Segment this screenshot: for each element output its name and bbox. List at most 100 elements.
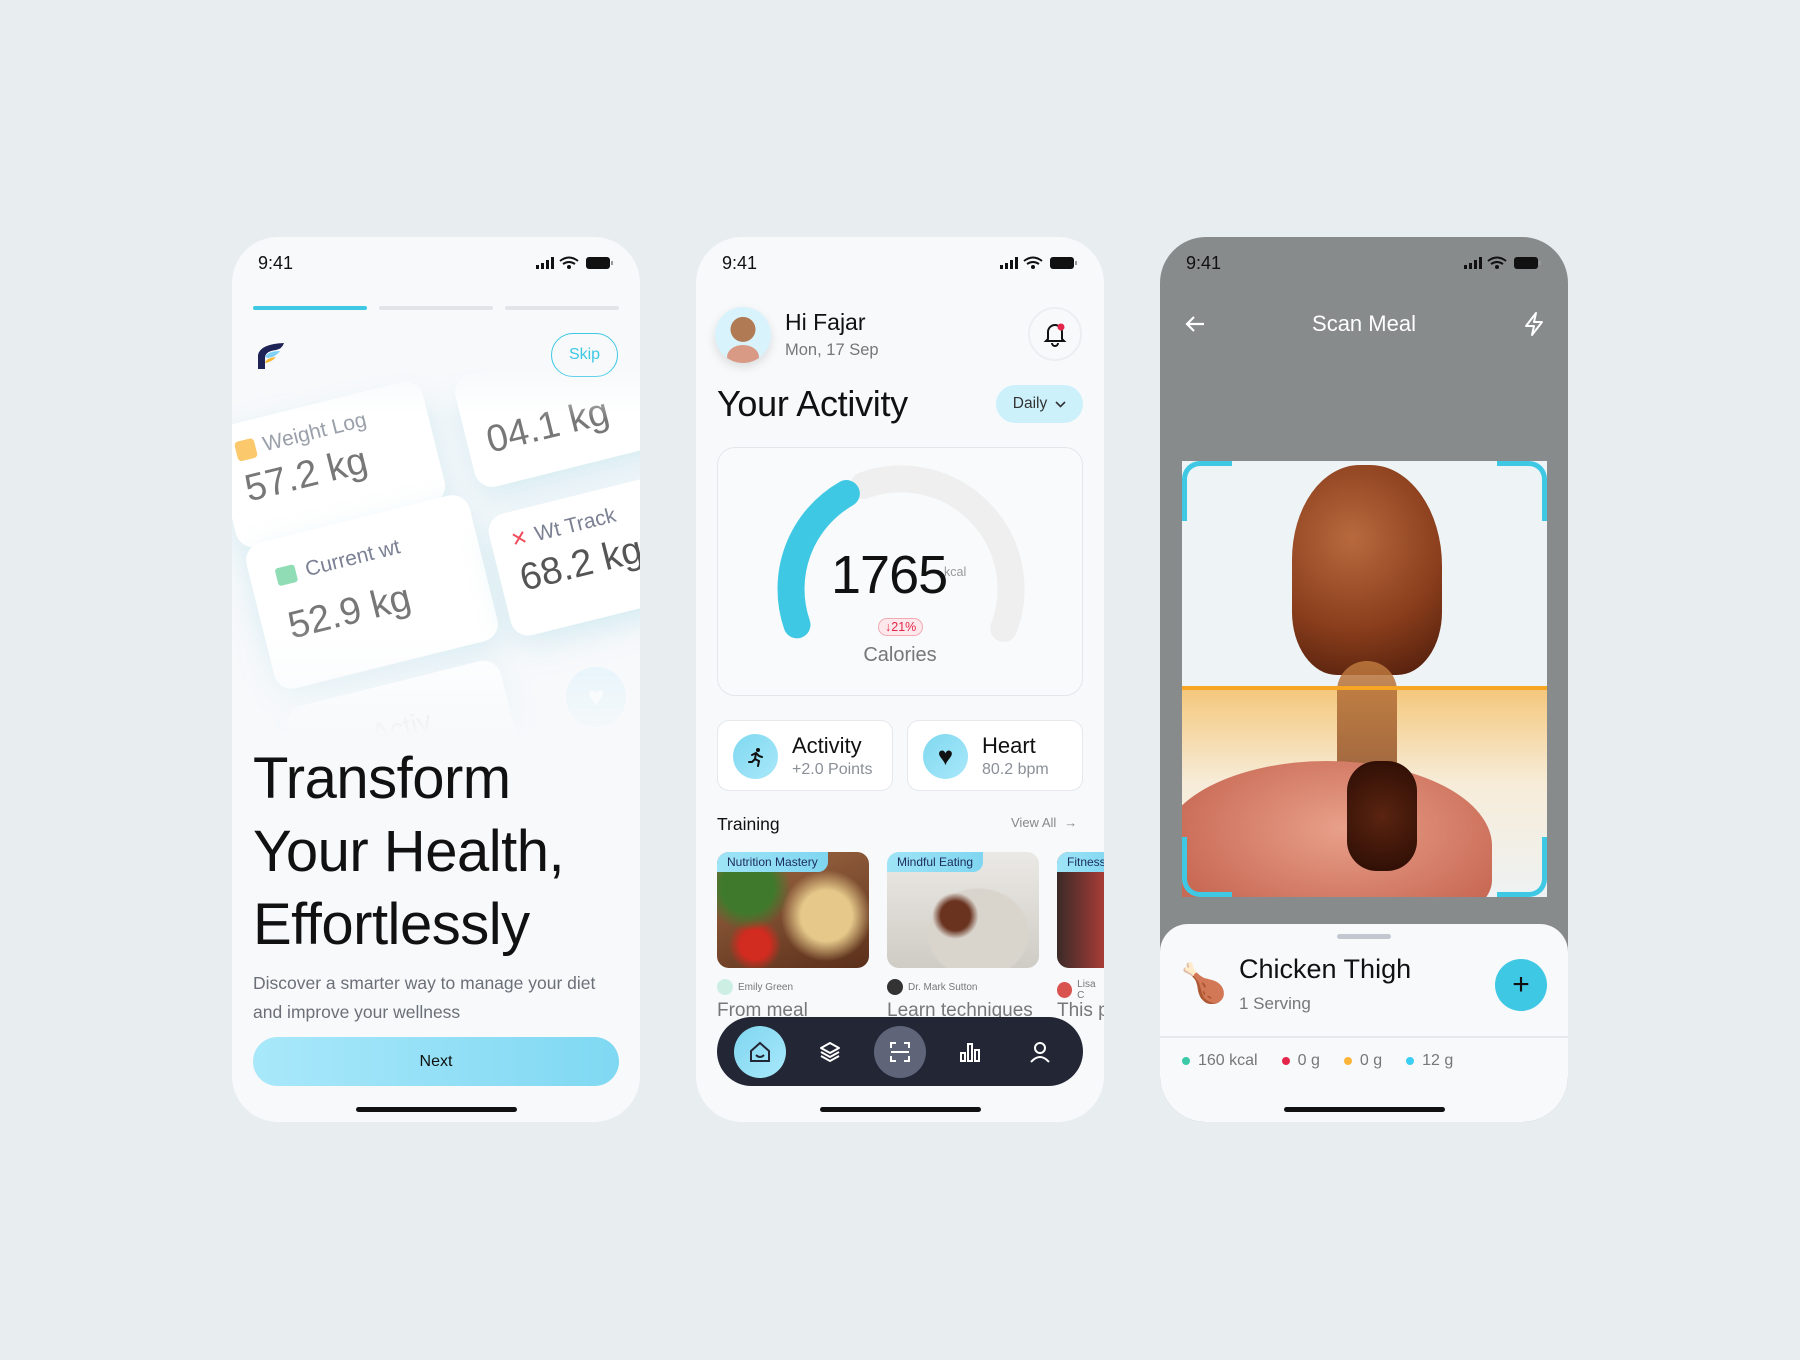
change-badge: ↓21% <box>878 618 924 636</box>
user-icon <box>1030 1041 1050 1063</box>
progress-step-3 <box>505 306 619 310</box>
card-label: Current wt <box>302 535 403 582</box>
status-icons <box>1464 256 1541 269</box>
notifications-button[interactable] <box>1028 307 1082 361</box>
add-food-button[interactable]: + <box>1495 959 1547 1011</box>
training-card[interactable]: Fitness <box>1057 852 1104 968</box>
status-time: 9:41 <box>722 253 758 273</box>
serving-size: 1 Serving <box>1239 994 1311 1013</box>
training-tag: Mindful Eating <box>887 852 984 872</box>
view-all-label: View All <box>1011 815 1057 830</box>
sheet-handle[interactable] <box>1337 934 1391 939</box>
drumstick-icon: 🍗 <box>1180 963 1228 1005</box>
scale-icon <box>233 437 259 462</box>
dumbbell-icon: ✕ <box>508 526 531 553</box>
divider <box>1160 1036 1568 1038</box>
chart-icon <box>960 1042 980 1062</box>
heart-icon: ♥ <box>566 667 626 727</box>
card-value: Activ <box>368 705 435 737</box>
training-tag: Nutrition Mastery <box>717 852 828 872</box>
chevron-down-icon <box>1055 400 1066 408</box>
date: Mon, 17 Sep <box>785 341 879 359</box>
activity-stat-card[interactable]: Activity +2.0 Points <box>717 720 893 791</box>
training-tag: Fitness <box>1057 852 1104 872</box>
progress-step-1 <box>253 306 367 310</box>
calories-unit: kcal <box>944 565 967 579</box>
scan-meal-screen: 9:41 Scan Meal 🍗 Chicken Thigh 1 Serving… <box>1160 237 1568 1122</box>
onboarding-title: Transform Your Health, Effortlessly <box>253 742 565 961</box>
home-icon <box>750 1041 770 1062</box>
greeting: Hi Fajar <box>785 309 866 335</box>
author-name: Dr. Mark Sutton <box>908 981 978 993</box>
macro-carbs: 0 g <box>1343 1052 1383 1070</box>
training-author: Lisa C <box>1057 979 1104 1001</box>
status-time: 9:41 <box>258 253 294 273</box>
macro-value: 160 kcal <box>1198 1052 1258 1069</box>
author-name: Emily Green <box>738 981 794 993</box>
training-author: Emily Green <box>717 979 793 995</box>
macro-value: 12 g <box>1422 1052 1454 1069</box>
bottom-nav <box>717 1017 1083 1086</box>
arrow-right-icon: → <box>1064 815 1078 830</box>
weight-cards-illustration: Weight Log 57.2 kg 04.1 kg Current wt 52… <box>232 367 640 737</box>
training-card[interactable]: Nutrition Mastery <box>717 852 869 968</box>
plus-icon: + <box>1512 968 1530 1001</box>
flash-icon[interactable] <box>1523 311 1545 337</box>
food-name: Chicken Thigh <box>1239 954 1412 984</box>
stat-value: 80.2 bpm <box>982 761 1049 778</box>
macro-calories: 160 kcal <box>1182 1052 1258 1070</box>
view-all-link[interactable]: View All → <box>1011 815 1077 830</box>
author-name: Lisa C <box>1077 979 1096 1001</box>
avatar[interactable] <box>715 307 771 363</box>
dashboard-screen: 9:41 Hi Fajar Mon, 17 Sep Your Activity … <box>696 237 1104 1122</box>
scan-line <box>1182 685 1547 690</box>
heart-icon: ♥ <box>923 734 968 779</box>
nav-home[interactable] <box>734 1025 786 1078</box>
kg-weight-icon <box>274 564 299 587</box>
training-author: Dr. Mark Sutton <box>887 979 977 995</box>
home-indicator <box>820 1107 981 1112</box>
calories-card: 1765 kcal ↓21% Calories <box>717 447 1083 696</box>
home-indicator <box>356 1107 517 1112</box>
training-card[interactable]: Mindful Eating <box>887 852 1039 968</box>
period-value: Daily <box>1012 395 1048 412</box>
home-indicator <box>1284 1107 1445 1112</box>
section-title: Your Activity <box>717 383 908 424</box>
title-line: Transform <box>253 746 511 811</box>
macros-row: 160 kcal 0 g 0 g 12 g <box>1182 1052 1453 1070</box>
macro-fat: 0 g <box>1281 1052 1320 1070</box>
period-dropdown[interactable]: Daily <box>996 385 1083 423</box>
card-value: 04.1 kg <box>482 390 614 462</box>
onboarding-description: Discover a smarter way to manage your di… <box>253 973 596 1022</box>
nav-profile[interactable] <box>1014 1026 1066 1078</box>
nav-layers[interactable] <box>804 1026 856 1078</box>
camera-viewfinder[interactable] <box>1182 461 1547 897</box>
heart-stat-card[interactable]: ♥ Heart 80.2 bpm <box>907 720 1083 791</box>
status-icons <box>1000 256 1077 269</box>
running-icon <box>733 734 778 779</box>
macro-value: 0 g <box>1359 1052 1383 1069</box>
status-icons <box>536 256 613 269</box>
title-line: Effortlessly <box>253 892 530 957</box>
training-title: Training <box>717 814 780 834</box>
nav-scan[interactable] <box>874 1025 926 1078</box>
change-value: 21% <box>891 620 917 634</box>
stat-value: +2.0 Points <box>792 761 873 778</box>
training-desc: This p <box>1057 1000 1104 1021</box>
screen-title: Scan Meal <box>1312 311 1416 336</box>
progress-step-2 <box>379 306 493 310</box>
stat-title: Activity <box>792 733 862 758</box>
title-line: Your Health, <box>253 819 565 884</box>
status-time: 9:41 <box>1186 253 1222 273</box>
chicken-photo <box>1292 465 1442 675</box>
next-button[interactable]: Next <box>253 1037 619 1086</box>
nav-stats[interactable] <box>944 1026 996 1078</box>
macro-protein: 12 g <box>1406 1052 1453 1070</box>
macro-value: 0 g <box>1297 1052 1320 1069</box>
bell-icon <box>1043 323 1067 347</box>
layers-icon <box>820 1041 840 1062</box>
onboarding-screen: 9:41 Skip Weight Log 57.2 kg 04.1 kg Cur… <box>232 237 640 1122</box>
scan-icon <box>890 1041 910 1062</box>
weight-card: ✕ Wt Track 68.2 kg <box>484 469 640 640</box>
stat-title: Heart <box>982 733 1036 758</box>
